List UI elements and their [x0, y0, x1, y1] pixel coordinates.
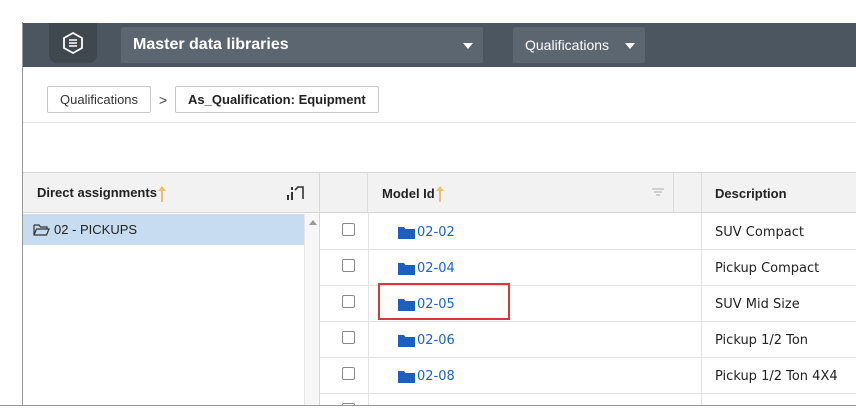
direct-assignments-title: Direct assignments	[37, 185, 157, 200]
column-chooser-icon[interactable]	[286, 185, 304, 201]
description-cell: Pickup 1/2 Ton 4X4	[715, 368, 838, 384]
qualifications-menu-label: Qualifications	[525, 37, 610, 53]
list-item-label: 02 - PICKUPS	[54, 222, 138, 237]
list-item[interactable]: 02 - PICKUPS	[23, 214, 304, 245]
divider	[23, 122, 856, 123]
model-id-link[interactable]: 02-06	[398, 322, 455, 358]
logo-hexagon-icon	[63, 31, 83, 55]
column-divider	[368, 213, 369, 405]
app-logo-icon[interactable]	[49, 23, 97, 63]
description-cell: SUV Compact	[715, 224, 804, 240]
select-column-header	[320, 173, 368, 213]
folder-icon	[398, 226, 415, 239]
direct-assignments-panel: Direct assignments 02 - PICKUPS	[23, 172, 320, 406]
qualifications-menu[interactable]: Qualifications	[513, 27, 645, 63]
model-id-text: 02-04	[417, 260, 455, 276]
model-id-link[interactable]: 02-09	[398, 394, 455, 406]
model-id-text: 02-08	[417, 368, 455, 384]
column-divider	[701, 213, 702, 405]
scrollbar[interactable]	[304, 214, 320, 406]
breadcrumb-parent[interactable]: Qualifications	[47, 86, 152, 113]
folder-icon	[398, 370, 415, 383]
row-checkbox[interactable]	[342, 331, 355, 344]
description-cell: SUV Large	[715, 394, 782, 406]
model-id-link[interactable]: 02-08	[398, 358, 455, 394]
model-id-header-label: Model Id	[382, 185, 435, 201]
row-checkbox[interactable]	[342, 295, 355, 308]
sort-ascending-icon	[157, 185, 166, 202]
app-frame: Master data libraries Qualifications Qua…	[0, 0, 856, 419]
folder-icon	[398, 334, 415, 347]
frame-margin	[0, 0, 22, 419]
table-row[interactable]: 02-08 Pickup 1/2 Ton 4X4	[320, 358, 856, 394]
description-cell: SUV Mid Size	[715, 296, 800, 312]
model-id-link[interactable]: 02-04	[398, 250, 455, 286]
description-cell: Pickup 1/2 Ton	[715, 332, 809, 348]
frame-bottom-border	[0, 405, 856, 419]
model-id-column-header[interactable]: Model Id	[368, 173, 674, 213]
highlight-box	[378, 283, 510, 320]
table-row[interactable]: 02-09 SUV Large	[320, 394, 856, 405]
folder-icon	[398, 262, 415, 275]
model-id-link[interactable]: 02-02	[398, 214, 455, 250]
library-select-label: Master data libraries	[133, 36, 289, 53]
scroll-up-icon[interactable]	[309, 220, 317, 225]
breadcrumb: Qualifications > As_Qualification: Equip…	[47, 86, 379, 113]
chevron-down-icon	[463, 43, 473, 49]
row-checkbox[interactable]	[342, 259, 355, 272]
top-bar: Master data libraries Qualifications	[23, 23, 856, 67]
table-row[interactable]: 02-06 Pickup 1/2 Ton	[320, 322, 856, 358]
direct-assignments-header[interactable]: Direct assignments	[23, 173, 320, 213]
filter-icon[interactable]	[652, 188, 664, 196]
table-row[interactable]: 02-02 SUV Compact	[320, 214, 856, 250]
sort-ascending-icon	[435, 186, 444, 202]
breadcrumb-current[interactable]: As_Qualification: Equipment	[175, 86, 379, 113]
row-checkbox[interactable]	[342, 223, 355, 236]
description-header-label: Description	[715, 185, 787, 201]
grid-header: Model Id Description	[320, 173, 856, 213]
row-checkbox[interactable]	[342, 367, 355, 380]
folder-open-icon	[33, 223, 50, 236]
model-id-text: 02-02	[417, 224, 455, 240]
breadcrumb-separator: >	[158, 91, 168, 108]
chevron-down-icon	[625, 43, 635, 49]
model-id-text: 02-06	[417, 332, 455, 348]
description-column-header[interactable]: Description	[702, 173, 856, 213]
table-row[interactable]: 02-04 Pickup Compact	[320, 250, 856, 286]
library-select[interactable]: Master data libraries	[121, 27, 483, 63]
description-cell: Pickup Compact	[715, 260, 820, 276]
